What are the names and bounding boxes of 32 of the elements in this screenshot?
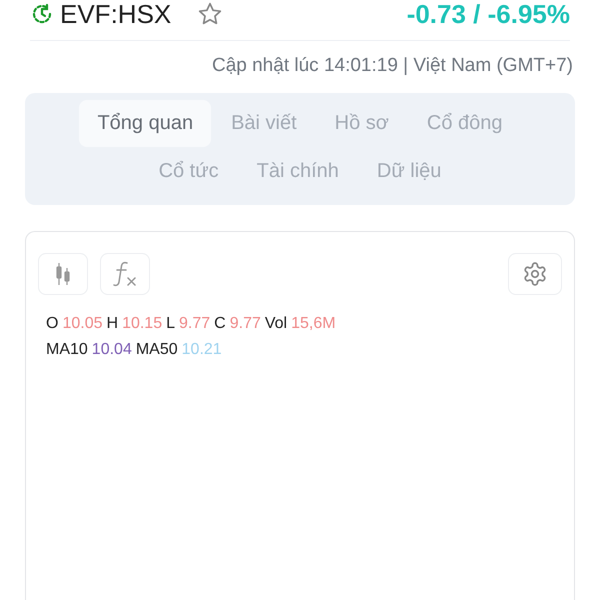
legend-label: MA50 [136,341,178,359]
tab[interactable]: Cổ đông [408,100,521,147]
star-icon[interactable] [197,1,224,27]
tab[interactable]: Cổ tức [140,148,237,195]
tab[interactable]: Bài viết [213,100,315,147]
legend-value: 9.77 [230,315,261,333]
tab[interactable]: Tài chính [238,148,357,195]
legend-label: MA10 [46,341,88,359]
tab[interactable]: Dữ liệu [358,148,460,195]
settings-icon [522,261,548,287]
settings-button[interactable] [508,253,562,295]
update-time: Cập nhật lúc 14:01:19 | Việt Nam (GMT+7) [212,55,573,77]
legend-value: 10.15 [122,315,162,333]
legend-label: H [106,315,118,333]
function-icon [112,260,138,288]
candlestick-icon [55,262,71,286]
legend-label: C [214,315,226,333]
candlestick-button[interactable] [38,253,88,295]
legend-value: 10.21 [182,341,222,359]
tab[interactable]: Hồ sơ [316,100,407,147]
function-button[interactable] [100,253,150,295]
legend-value: 10.04 [92,341,132,359]
legend-value: 15,6M [291,315,336,333]
legend-value: 9.77 [179,315,210,333]
clock-refresh-icon [30,2,54,26]
price-change: -0.73 / -6.95% [406,0,570,30]
legend-label: L [166,315,176,333]
tab[interactable]: Tổng quan [79,100,212,147]
stock-symbol: EVF:HSX [60,0,172,30]
legend-label: Vol [264,315,288,333]
legend-label: O [46,315,58,333]
legend-value: 10.05 [62,315,102,333]
